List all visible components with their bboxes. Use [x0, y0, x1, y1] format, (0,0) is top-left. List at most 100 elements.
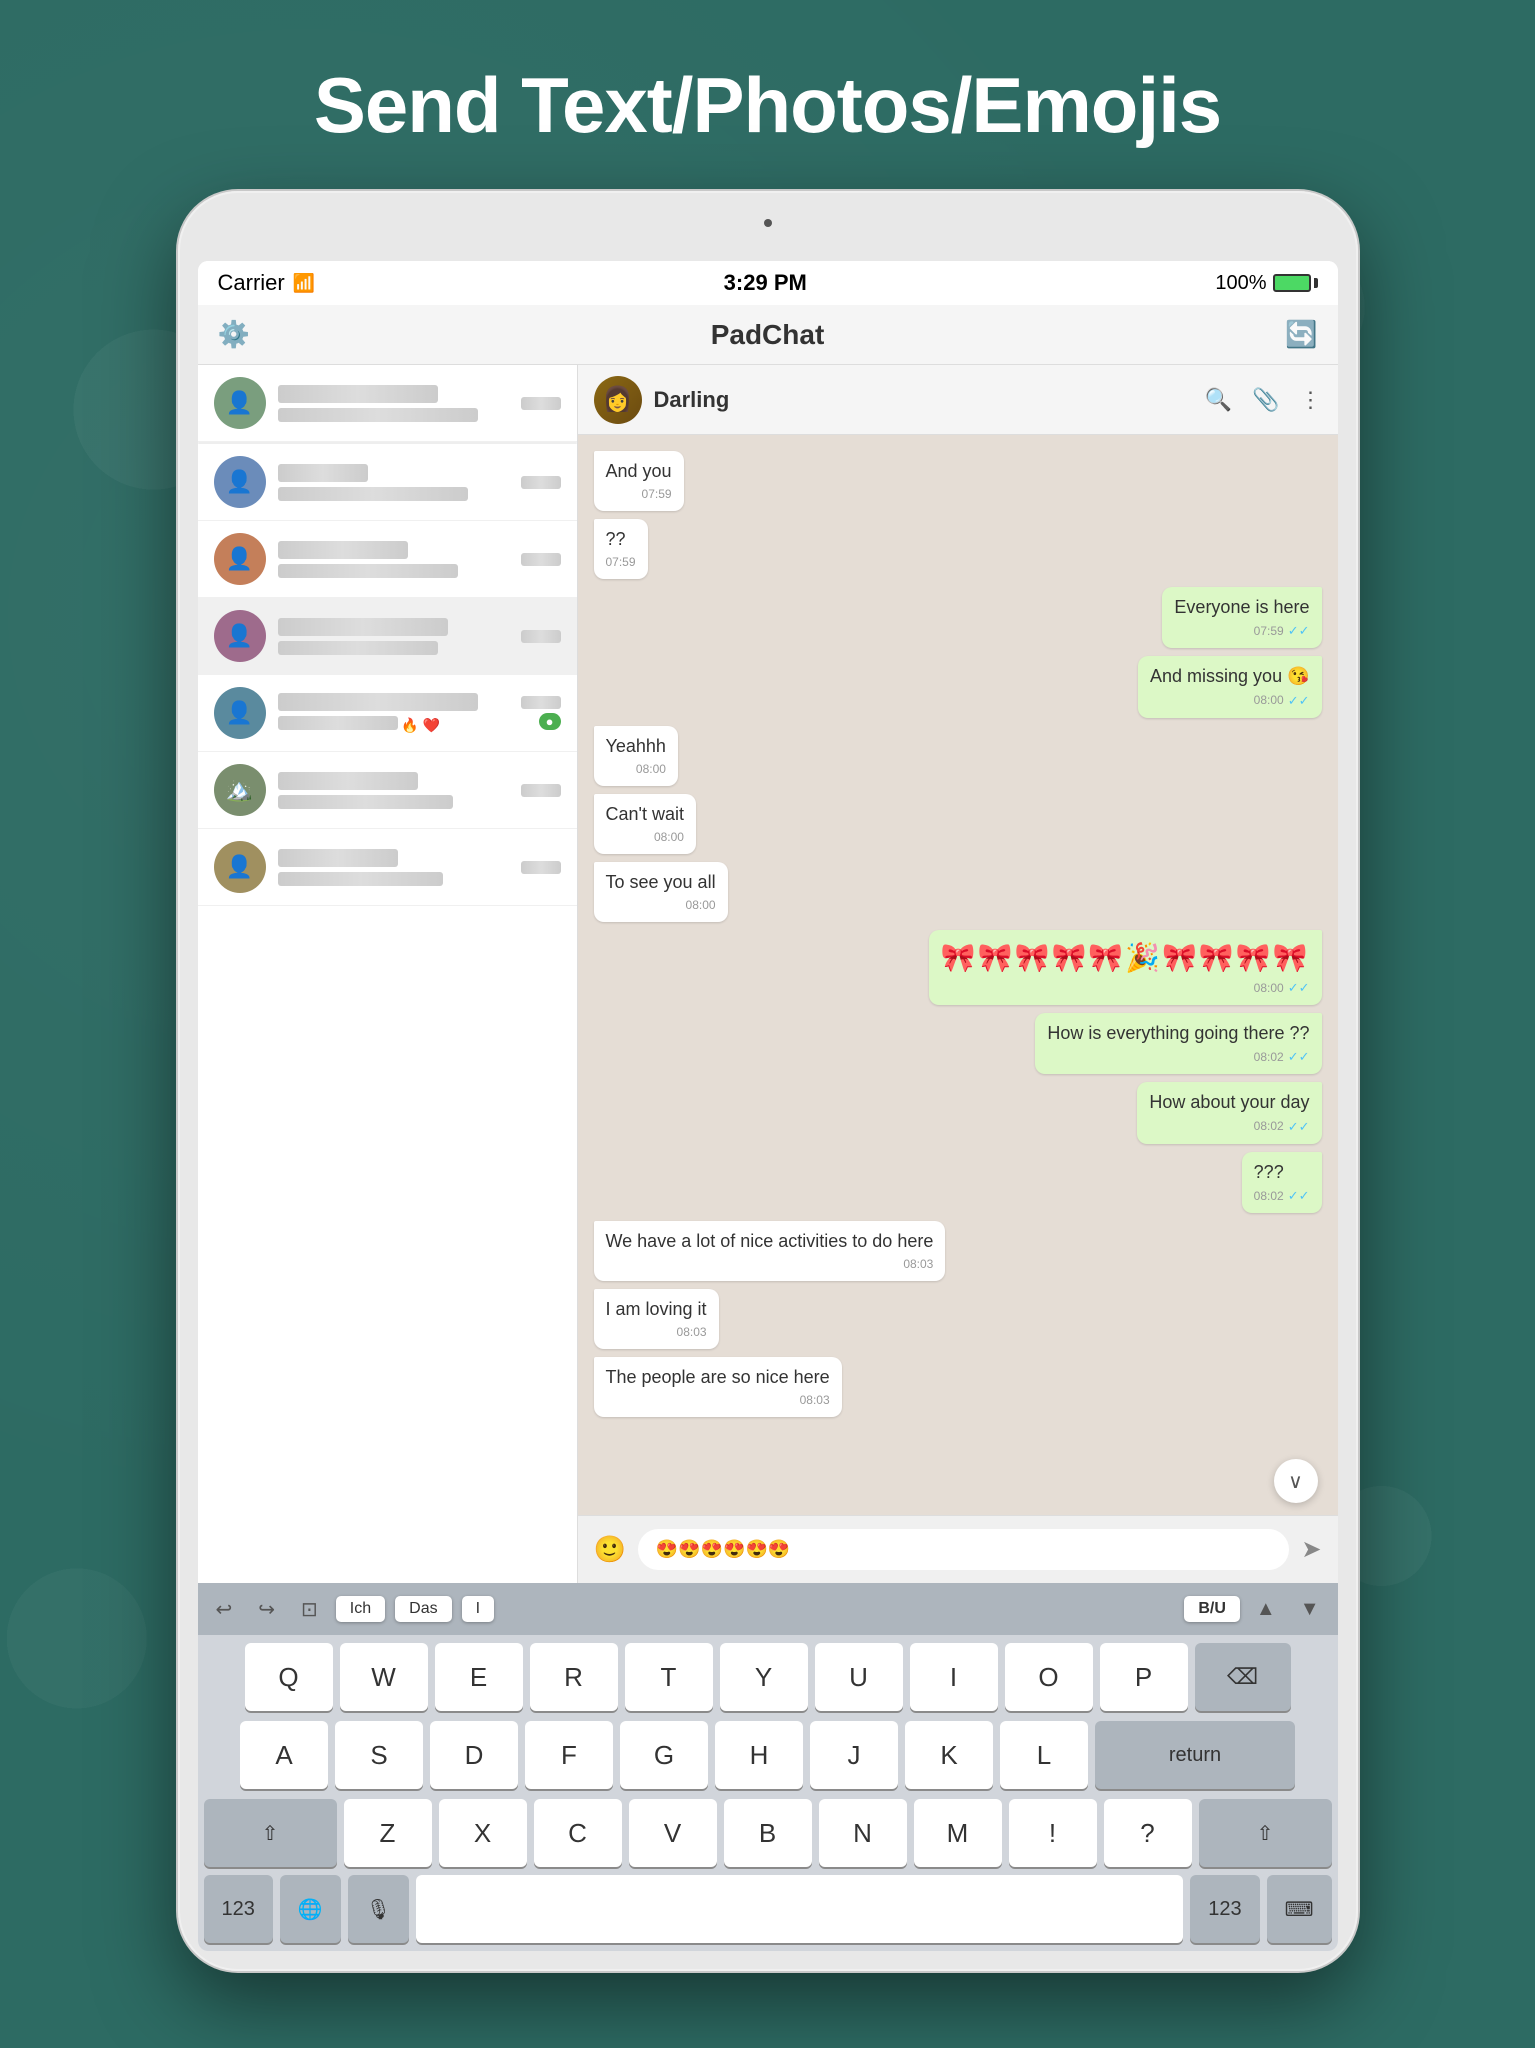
chat-messages[interactable]: And you 07:59 ?? 07:59 [578, 435, 1338, 1515]
mic-key[interactable]: 🎙 [348, 1875, 409, 1943]
key-r[interactable]: R [530, 1643, 618, 1711]
settings-icon[interactable]: ⚙️ [218, 319, 250, 350]
contact-preview [278, 872, 443, 886]
key-s[interactable]: S [335, 1721, 423, 1789]
keyboard-row-1: Q W E R T Y U I O P ⌫ [204, 1643, 1332, 1711]
scroll-down-button[interactable]: ∨ [1274, 1459, 1318, 1503]
battery-tip [1314, 278, 1318, 288]
contact-time [521, 476, 561, 489]
message-bubble: 🎀🎀🎀🎀🎀🎉🎀🎀🎀🎀 08:00 ✓✓ [929, 930, 1322, 1005]
message-row: Everyone is here 07:59 ✓✓ [594, 587, 1322, 648]
shift-key-right[interactable]: ⇧ [1199, 1799, 1332, 1867]
avatar: 🏔️ [214, 764, 266, 816]
message-meta: 08:03 [606, 1392, 830, 1409]
undo-button[interactable]: ↩ [208, 1593, 241, 1626]
message-meta: 08:00 [606, 761, 666, 778]
key-i[interactable]: I [910, 1643, 998, 1711]
key-w[interactable]: W [340, 1643, 428, 1711]
message-bubble: We have a lot of nice activities to do h… [594, 1221, 946, 1281]
key-c[interactable]: C [534, 1799, 622, 1867]
send-button[interactable]: ➤ [1301, 1535, 1321, 1564]
search-icon[interactable]: 🔍 [1205, 387, 1232, 413]
key-k[interactable]: K [905, 1721, 993, 1789]
message-time: 08:02 [1254, 1049, 1284, 1066]
contact-item[interactable]: 👤 [198, 829, 577, 906]
contact-item[interactable]: 🏔️ [198, 752, 577, 829]
status-left: Carrier 📶 [218, 270, 316, 296]
suggestion-1[interactable]: Ich [336, 1596, 385, 1622]
arrow-down-icon[interactable]: ▼ [1292, 1594, 1328, 1625]
keyboard-toolbar: ↩ ↪ ⊡ Ich Das I B/U ▲ ▼ [198, 1583, 1338, 1635]
contact-item[interactable]: 👤 [198, 444, 577, 521]
contact-item[interactable]: 👤 🔥 ❤️ ● [198, 675, 577, 752]
globe-key[interactable]: 🌐 [280, 1875, 341, 1943]
contact-preview [278, 564, 458, 578]
key-n[interactable]: N [819, 1799, 907, 1867]
suggestion-3[interactable]: I [462, 1596, 494, 1622]
contact-item[interactable]: 👤 [198, 365, 577, 442]
space-key[interactable] [416, 1875, 1183, 1943]
arrow-up-icon[interactable]: ▲ [1248, 1594, 1284, 1625]
message-row: Can't wait 08:00 [594, 794, 1322, 854]
key-f[interactable]: F [525, 1721, 613, 1789]
wifi-icon: 📶 [293, 273, 315, 294]
key-m[interactable]: M [914, 1799, 1002, 1867]
contacts-list[interactable]: 👤 👤 [198, 365, 578, 1583]
message-meta: 08:00 [606, 829, 684, 846]
contact-info [278, 772, 509, 809]
key-e[interactable]: E [435, 1643, 523, 1711]
keyboard-dismiss-key[interactable]: ⌨ [1267, 1875, 1332, 1943]
key-h[interactable]: H [715, 1721, 803, 1789]
contact-item[interactable]: 👤 [198, 521, 577, 598]
contact-name [278, 693, 478, 711]
numbers-key-left[interactable]: 123 [204, 1875, 273, 1943]
return-key[interactable]: return [1095, 1721, 1295, 1789]
message-meta: 08:02 ✓✓ [1254, 1187, 1310, 1205]
copy-button[interactable]: ⊡ [293, 1593, 326, 1626]
key-l[interactable]: L [1000, 1721, 1088, 1789]
key-y[interactable]: Y [720, 1643, 808, 1711]
more-icon[interactable]: ⋮ [1300, 387, 1322, 413]
key-z[interactable]: Z [344, 1799, 432, 1867]
contact-item-active[interactable]: 👤 [198, 598, 577, 675]
key-d[interactable]: D [430, 1721, 518, 1789]
message-row: How is everything going there ?? 08:02 ✓… [594, 1013, 1322, 1074]
chat-input[interactable] [638, 1529, 1290, 1570]
key-u[interactable]: U [815, 1643, 903, 1711]
shift-key-left[interactable]: ⇧ [204, 1799, 337, 1867]
emoji-button[interactable]: 🙂 [594, 1534, 626, 1565]
message-time: 08:00 [1254, 980, 1284, 997]
contact-info [278, 385, 509, 422]
key-o[interactable]: O [1005, 1643, 1093, 1711]
key-p[interactable]: P [1100, 1643, 1188, 1711]
key-t[interactable]: T [625, 1643, 713, 1711]
key-j[interactable]: J [810, 1721, 898, 1789]
key-question[interactable]: ? [1104, 1799, 1192, 1867]
status-bar: Carrier 📶 3:29 PM 100% [198, 261, 1338, 305]
key-g[interactable]: G [620, 1721, 708, 1789]
key-exclaim[interactable]: ! [1009, 1799, 1097, 1867]
message-ticks: ✓✓ [1288, 622, 1310, 640]
suggestion-2[interactable]: Das [395, 1596, 451, 1622]
delete-key[interactable]: ⌫ [1195, 1643, 1291, 1711]
key-q[interactable]: Q [245, 1643, 333, 1711]
key-b[interactable]: B [724, 1799, 812, 1867]
battery-body [1273, 274, 1311, 292]
message-ticks: ✓✓ [1288, 1118, 1310, 1136]
key-a[interactable]: A [240, 1721, 328, 1789]
message-bubble: How is everything going there ?? 08:02 ✓… [1035, 1013, 1321, 1074]
refresh-icon[interactable]: 🔄 [1285, 319, 1317, 350]
avatar: 👤 [214, 377, 266, 429]
key-x[interactable]: X [439, 1799, 527, 1867]
numbers-key-right[interactable]: 123 [1190, 1875, 1259, 1943]
message-text: And you [606, 461, 672, 481]
message-bubble: And missing you 😘 08:00 ✓✓ [1138, 656, 1321, 717]
bold-format-button[interactable]: B/U [1184, 1596, 1240, 1622]
message-row: We have a lot of nice activities to do h… [594, 1221, 1322, 1281]
attachment-icon[interactable]: 📎 [1252, 387, 1279, 413]
message-text: Yeahhh [606, 736, 666, 756]
key-v[interactable]: V [629, 1799, 717, 1867]
redo-button[interactable]: ↪ [250, 1593, 283, 1626]
contact-preview [278, 641, 438, 655]
message-bubble: ??? 08:02 ✓✓ [1242, 1152, 1322, 1213]
